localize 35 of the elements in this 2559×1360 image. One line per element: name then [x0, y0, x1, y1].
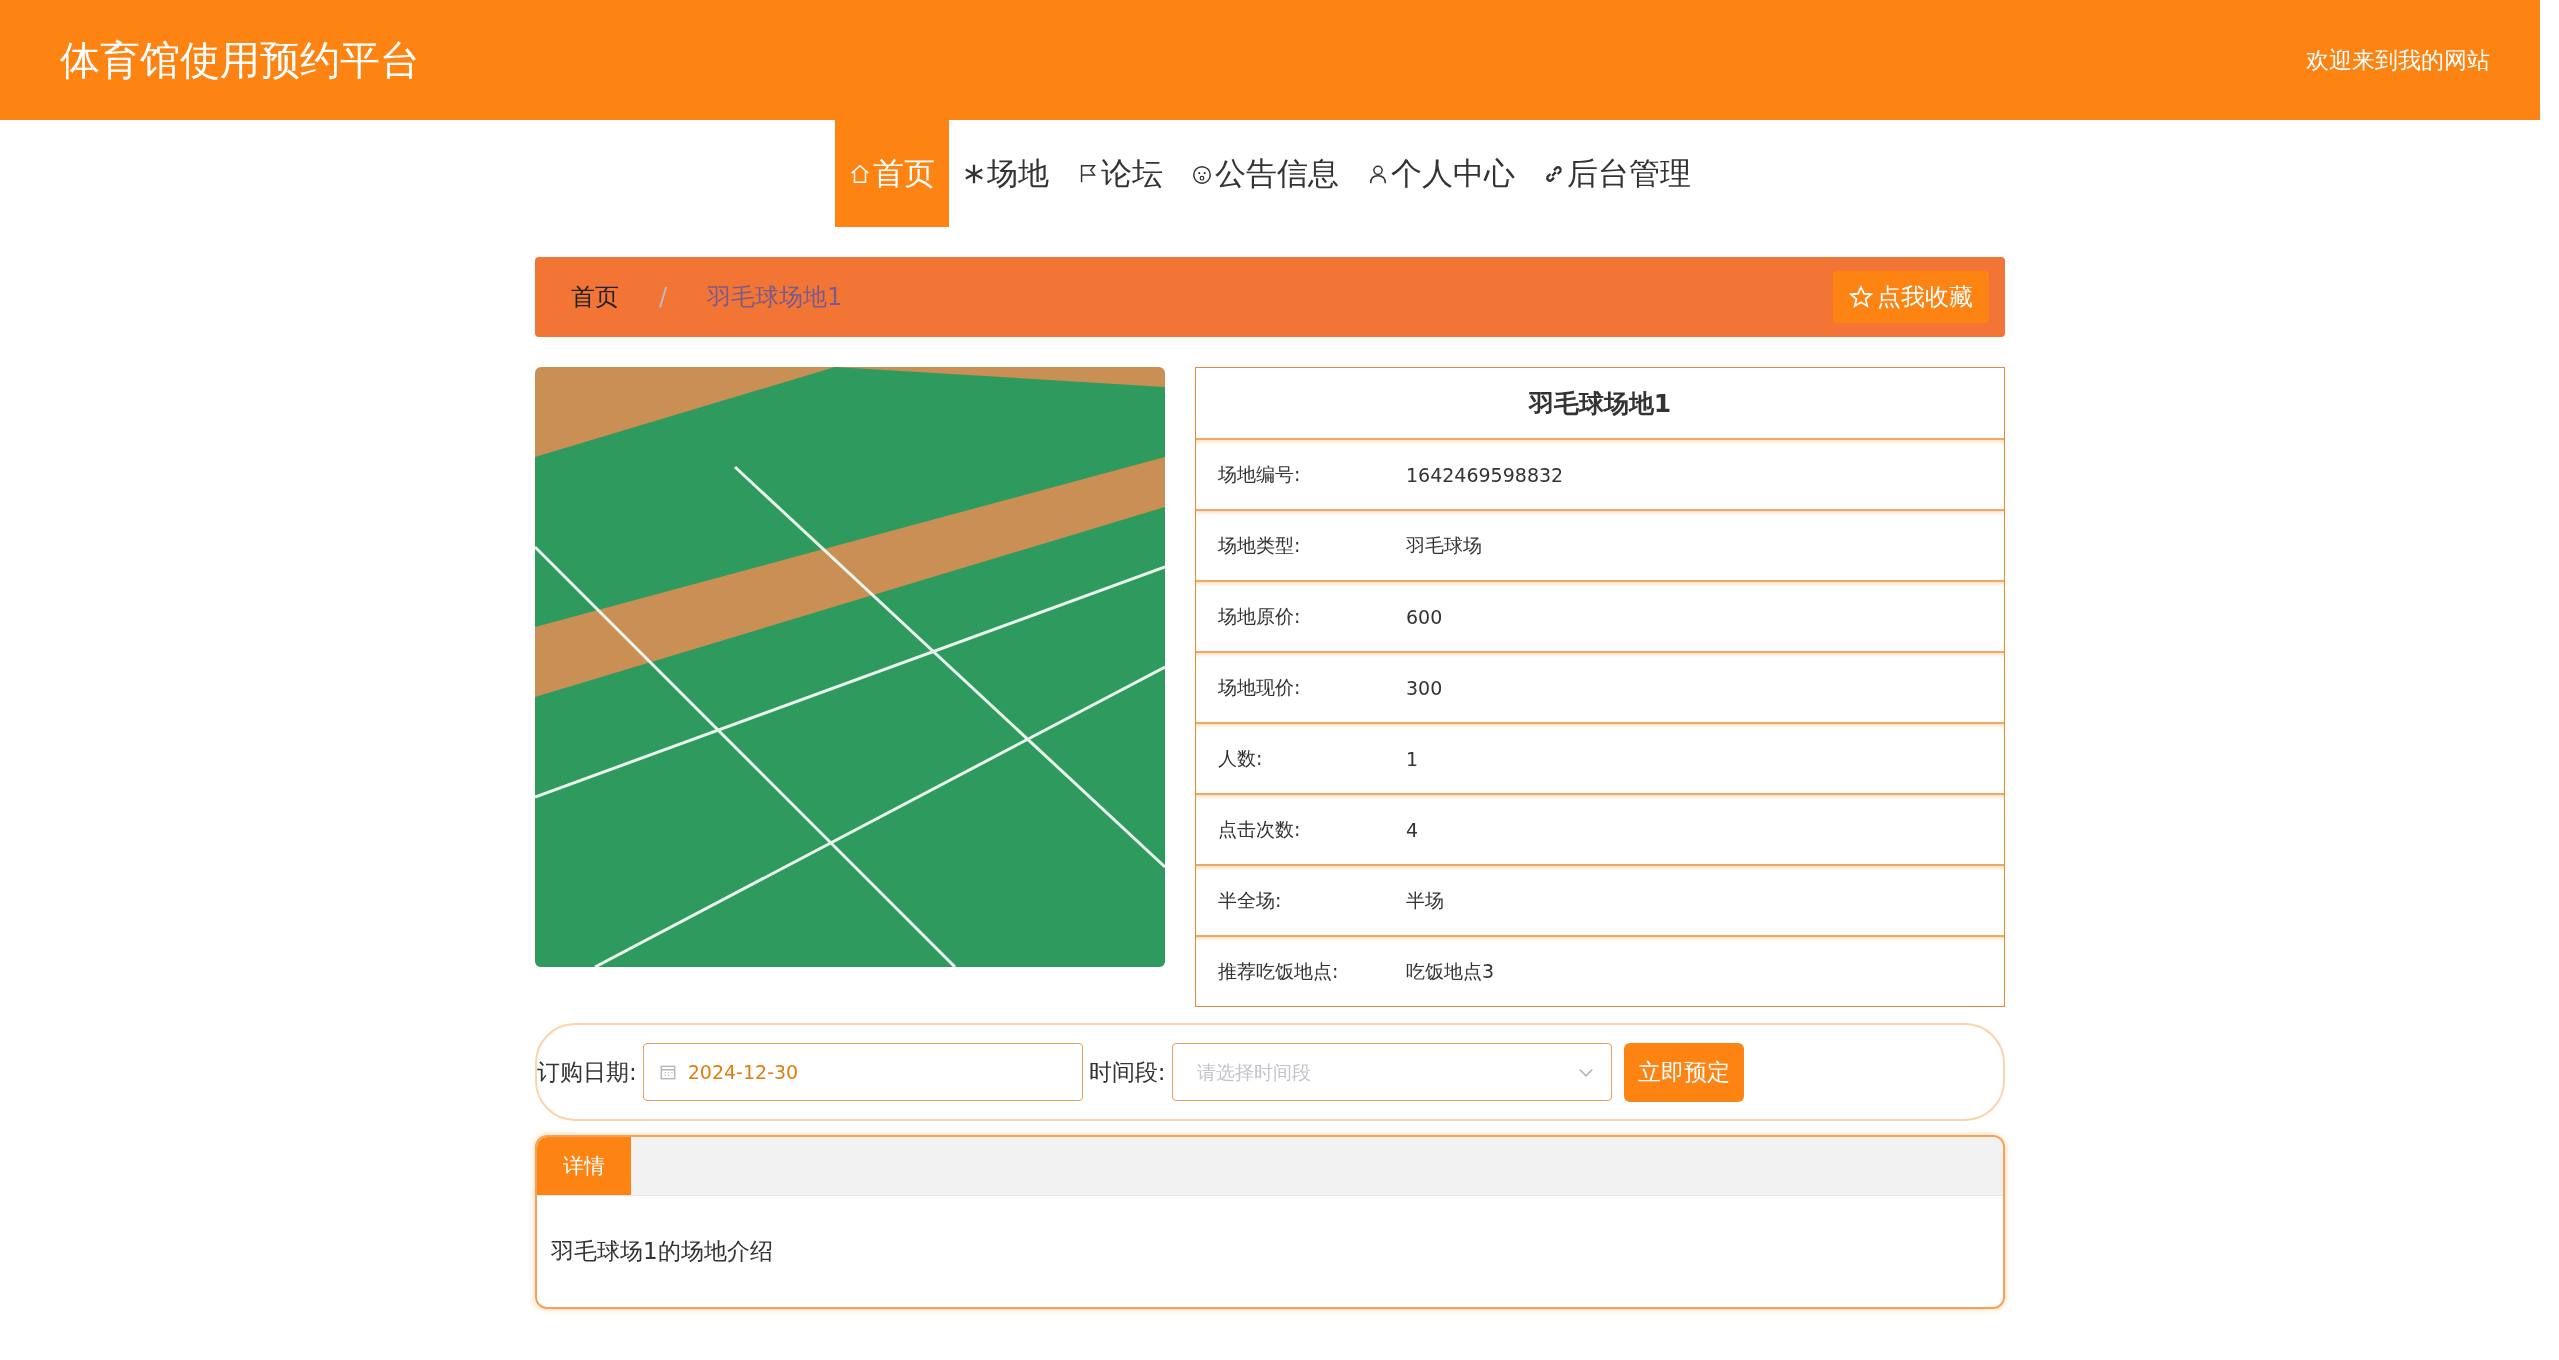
venue-title: 羽毛球场地1: [1527, 387, 1673, 420]
field-label: 推荐吃饭地点:: [1218, 958, 1340, 984]
nav-tab[interactable]: 场地: [949, 120, 1063, 227]
field-label: 场地原价:: [1218, 603, 1302, 629]
time-select[interactable]: 请选择时间段: [1171, 1043, 1612, 1101]
field-label: 场地现价:: [1218, 674, 1302, 700]
home-icon: [849, 162, 871, 185]
field-label: 点击次数:: [1218, 816, 1302, 842]
date-label: 订购日期:: [537, 1057, 637, 1087]
breadcrumb-separator: /: [659, 283, 668, 311]
field-label: 人数:: [1218, 745, 1264, 771]
calendar-icon: [658, 1063, 677, 1081]
time-label: 时间段:: [1088, 1057, 1166, 1087]
field-value: 羽毛球场: [1406, 532, 1482, 558]
nav-tab[interactable]: 论坛: [1063, 120, 1177, 227]
date-field[interactable]: 2024-12-30: [642, 1043, 1083, 1101]
field-label: 半全场:: [1218, 887, 1283, 913]
welcome-text: 欢迎来到我的网站: [2306, 45, 2490, 75]
nav-tab[interactable]: 后台管理: [1529, 120, 1705, 227]
field-value: 600: [1406, 605, 1443, 628]
field-value: 1: [1406, 747, 1419, 770]
field-label: 场地编号:: [1218, 461, 1302, 487]
field-value: 1642469598832: [1406, 463, 1564, 486]
site-title: 体育馆使用预约平台: [60, 35, 420, 85]
field-value: 吃饭地点3: [1406, 958, 1495, 984]
nav-tab[interactable]: 个人中心: [1353, 120, 1529, 227]
field-value: 300: [1406, 676, 1443, 699]
field-value: 半场: [1406, 887, 1444, 913]
field-value: 4: [1406, 818, 1419, 841]
star-icon: [1849, 285, 1873, 309]
venue-description: 羽毛球场1的场地介绍: [550, 1237, 774, 1266]
breadcrumb-link[interactable]: 首页: [571, 281, 619, 313]
field-label: 场地类型:: [1218, 532, 1302, 558]
nav-tab[interactable]: 公告信息: [1177, 120, 1353, 227]
snowflake-icon: [963, 162, 985, 185]
